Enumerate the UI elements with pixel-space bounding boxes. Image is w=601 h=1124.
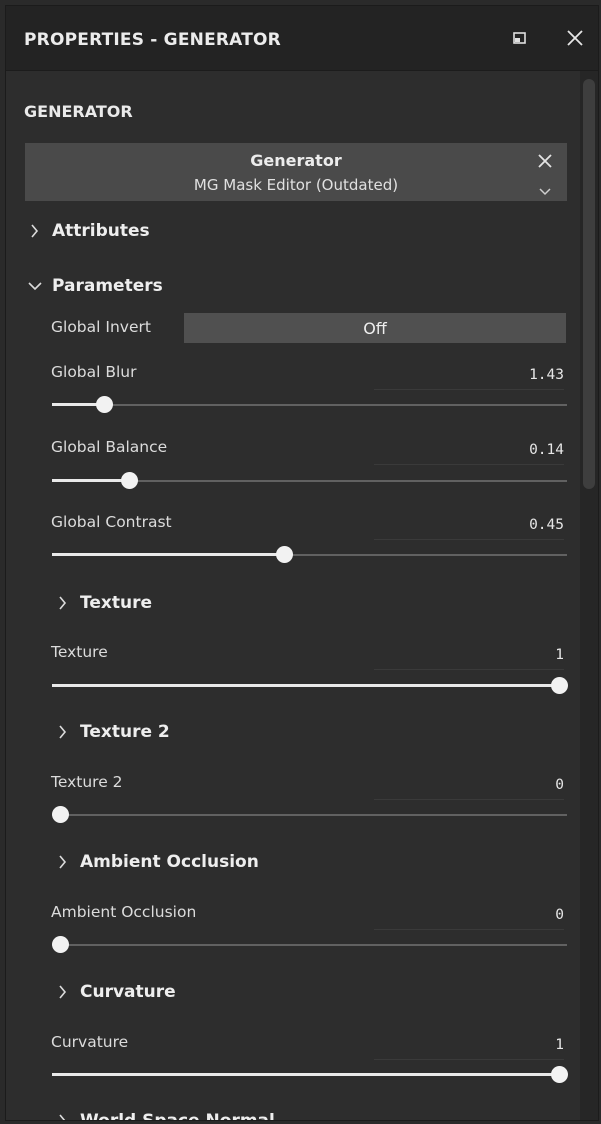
group-label: Attributes: [52, 221, 150, 241]
generator-type: MG Mask Editor (Outdated): [193, 176, 399, 194]
chevron-down-icon: [26, 277, 44, 295]
generator-title: Generator: [250, 151, 342, 170]
ambient-occlusion-label: Ambient Occlusion: [51, 903, 197, 921]
slider-handle[interactable]: [276, 546, 293, 563]
slider-handle[interactable]: [551, 1066, 568, 1083]
section-title: GENERATOR: [24, 102, 133, 121]
texture-2-label: Texture 2: [51, 773, 123, 791]
slider-fill: [52, 684, 567, 687]
global-contrast-value[interactable]: 0.45: [374, 517, 564, 540]
group-world-space-normal[interactable]: World Space Normal: [54, 1111, 275, 1121]
texture-label: Texture: [51, 643, 108, 661]
texture-slider[interactable]: [52, 676, 568, 696]
slider-handle[interactable]: [551, 677, 568, 694]
slider-fill: [52, 553, 284, 556]
panel-titlebar: PROPERTIES - GENERATOR: [6, 6, 598, 71]
panel-content: GENERATOR Generator MG Mask Editor (Outd…: [6, 71, 580, 1120]
curvature-slider[interactable]: [52, 1065, 568, 1085]
vertical-scrollbar[interactable]: [580, 71, 598, 1120]
global-balance-value[interactable]: 0.14: [374, 442, 564, 465]
group-label: World Space Normal: [80, 1111, 275, 1121]
undock-icon[interactable]: [506, 24, 534, 52]
global-contrast-label: Global Contrast: [51, 513, 172, 531]
slider-fill: [52, 479, 129, 482]
global-blur-value[interactable]: 1.43: [374, 367, 564, 390]
global-contrast-slider[interactable]: [52, 545, 567, 565]
group-attributes[interactable]: Attributes: [26, 221, 150, 241]
properties-panel: PROPERTIES - GENERATOR GENERATOR Generat…: [5, 5, 599, 1121]
scrollbar-thumb[interactable]: [583, 79, 595, 489]
ambient-occlusion-value[interactable]: 0: [374, 907, 564, 930]
slider-track: [52, 944, 567, 946]
group-label: Texture: [80, 593, 152, 613]
group-texture[interactable]: Texture: [54, 593, 152, 613]
texture-2-value[interactable]: 0: [374, 777, 564, 800]
chevron-right-icon: [54, 1112, 72, 1120]
global-blur-label: Global Blur: [51, 363, 137, 381]
texture-value[interactable]: 1: [374, 647, 564, 670]
slider-handle[interactable]: [52, 936, 69, 953]
slider-track: [52, 814, 567, 816]
global-invert-value: Off: [363, 319, 387, 338]
slider-handle[interactable]: [96, 396, 113, 413]
global-balance-slider[interactable]: [52, 471, 567, 491]
chevron-right-icon: [26, 222, 44, 240]
close-icon[interactable]: [537, 153, 553, 173]
chevron-right-icon: [54, 594, 72, 612]
group-ambient-occlusion[interactable]: Ambient Occlusion: [54, 852, 259, 872]
group-label: Texture 2: [80, 722, 170, 742]
slider-handle[interactable]: [52, 806, 69, 823]
group-label: Curvature: [80, 982, 176, 1002]
group-texture-2[interactable]: Texture 2: [54, 722, 170, 742]
texture-2-slider[interactable]: [52, 805, 567, 825]
group-label: Ambient Occlusion: [80, 852, 259, 872]
chevron-right-icon: [54, 983, 72, 1001]
ambient-occlusion-slider[interactable]: [52, 935, 567, 955]
chevron-right-icon: [54, 723, 72, 741]
global-blur-slider[interactable]: [52, 395, 567, 415]
curvature-label: Curvature: [51, 1033, 129, 1051]
group-curvature[interactable]: Curvature: [54, 982, 176, 1002]
chevron-right-icon: [54, 853, 72, 871]
global-invert-label: Global Invert: [51, 318, 151, 336]
generator-card[interactable]: Generator MG Mask Editor (Outdated): [25, 143, 567, 201]
panel-title: PROPERTIES - GENERATOR: [24, 30, 281, 50]
group-label: Parameters: [52, 276, 163, 296]
close-icon[interactable]: [561, 24, 589, 52]
global-balance-label: Global Balance: [51, 438, 168, 456]
global-invert-toggle[interactable]: Off: [184, 313, 566, 343]
slider-handle[interactable]: [121, 472, 138, 489]
chevron-down-icon[interactable]: [539, 181, 551, 200]
slider-fill: [52, 1073, 567, 1076]
curvature-value[interactable]: 1: [374, 1037, 564, 1060]
slider-track: [52, 404, 567, 406]
group-parameters[interactable]: Parameters: [26, 276, 163, 296]
